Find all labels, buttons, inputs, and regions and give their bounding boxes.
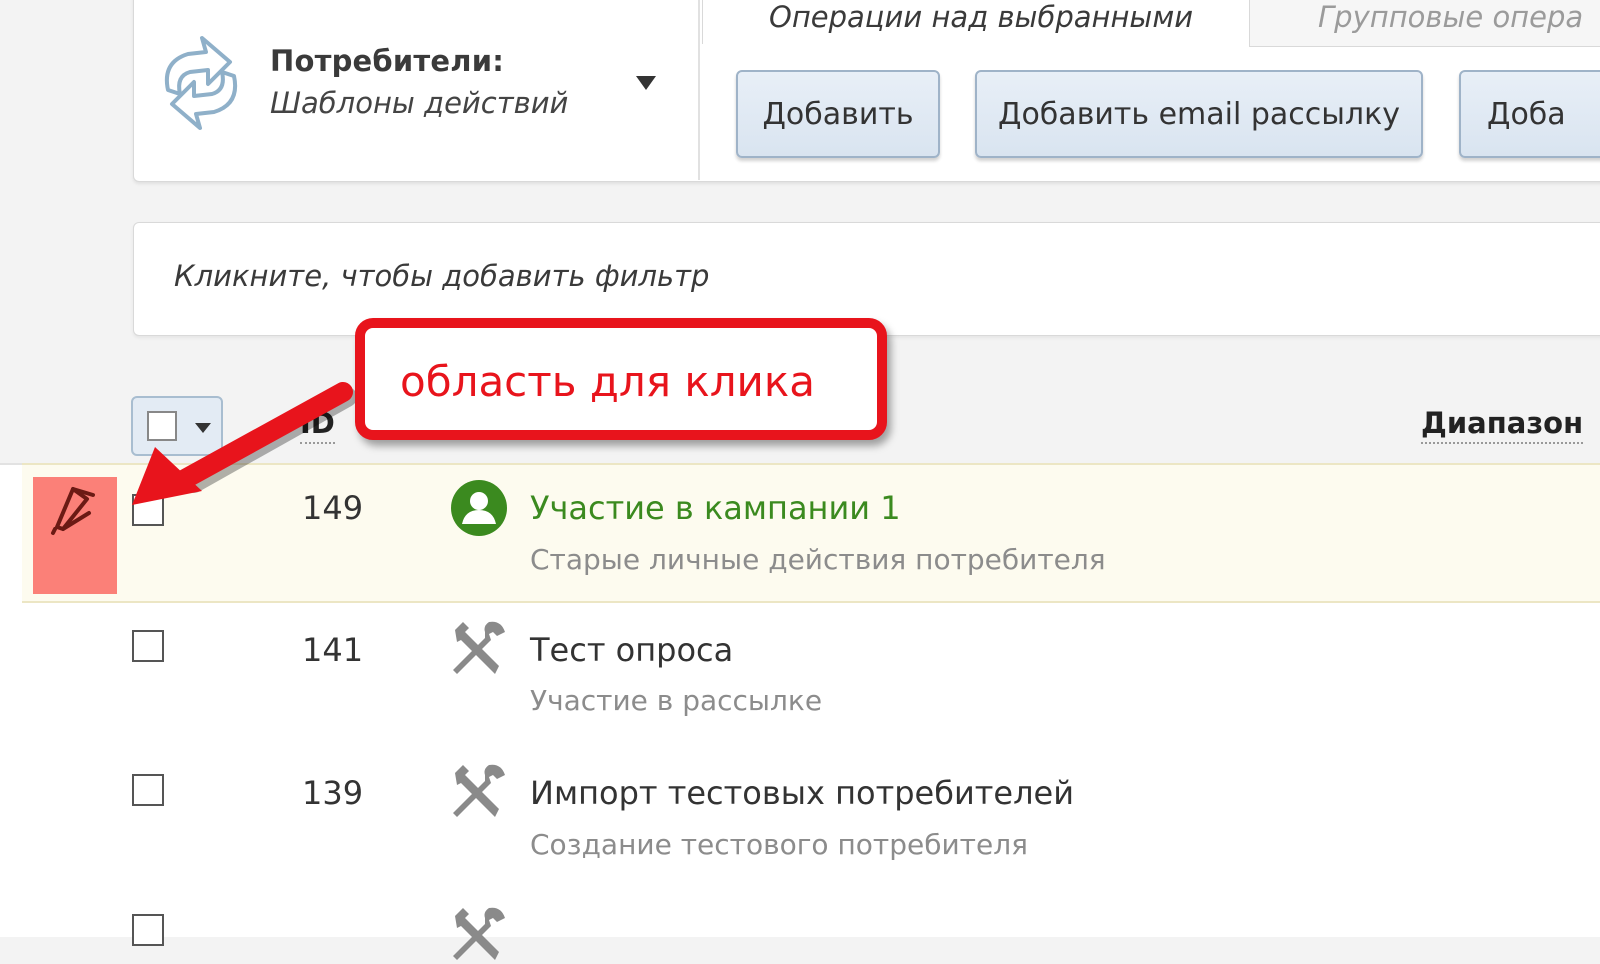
section-subtitle: Шаблоны действий <box>270 86 569 120</box>
row-title-link[interactable]: Тест опроса <box>530 631 733 669</box>
row-subtitle: Создание тестового потребителя <box>530 828 1028 861</box>
add-button[interactable]: Добавить <box>736 70 940 158</box>
annotation-text: область для клика <box>400 357 815 406</box>
row-id: 141 <box>302 631 364 669</box>
row-checkbox[interactable] <box>132 774 164 806</box>
caret-down-icon <box>195 423 211 433</box>
column-header-id[interactable]: ID <box>300 404 335 444</box>
select-all-checkbox[interactable] <box>147 411 177 441</box>
row-subtitle: Старые личные действия потребителя <box>530 543 1106 576</box>
add-more-button[interactable]: Доба <box>1459 70 1600 158</box>
row-action-handle[interactable] <box>33 477 117 594</box>
pencil-icon <box>51 487 95 535</box>
row-checkbox[interactable] <box>132 494 164 526</box>
chevron-down-icon[interactable] <box>636 76 656 90</box>
tab-selected-operations-label: Операции над выбранными <box>769 0 1194 34</box>
tools-icon <box>453 764 505 817</box>
row-title-link[interactable]: Участие в кампании 1 <box>530 489 901 527</box>
header-divider <box>698 0 700 180</box>
tools-icon <box>453 621 505 674</box>
row-checkbox[interactable] <box>132 914 164 946</box>
row-checkbox[interactable] <box>132 630 164 662</box>
tools-icon <box>453 907 505 960</box>
section-title: Потребители: <box>270 44 505 78</box>
tab-group-operations-label: Групповые опера <box>1318 0 1584 34</box>
refresh-arrows-icon <box>165 36 237 130</box>
add-email-mailing-button[interactable]: Добавить email рассылку <box>975 70 1423 158</box>
user-icon <box>451 480 507 536</box>
select-all-dropdown[interactable] <box>131 396 223 456</box>
row-subtitle: Участие в рассылке <box>530 684 823 717</box>
filter-placeholder: Кликните, чтобы добавить фильтр <box>174 259 710 293</box>
row-id: 149 <box>302 489 364 527</box>
table-row[interactable] <box>22 463 1600 603</box>
row-id: 139 <box>302 774 364 812</box>
column-header-range[interactable]: Диапазон <box>1421 404 1584 444</box>
row-title-link[interactable]: Импорт тестовых потребителей <box>530 774 1074 812</box>
